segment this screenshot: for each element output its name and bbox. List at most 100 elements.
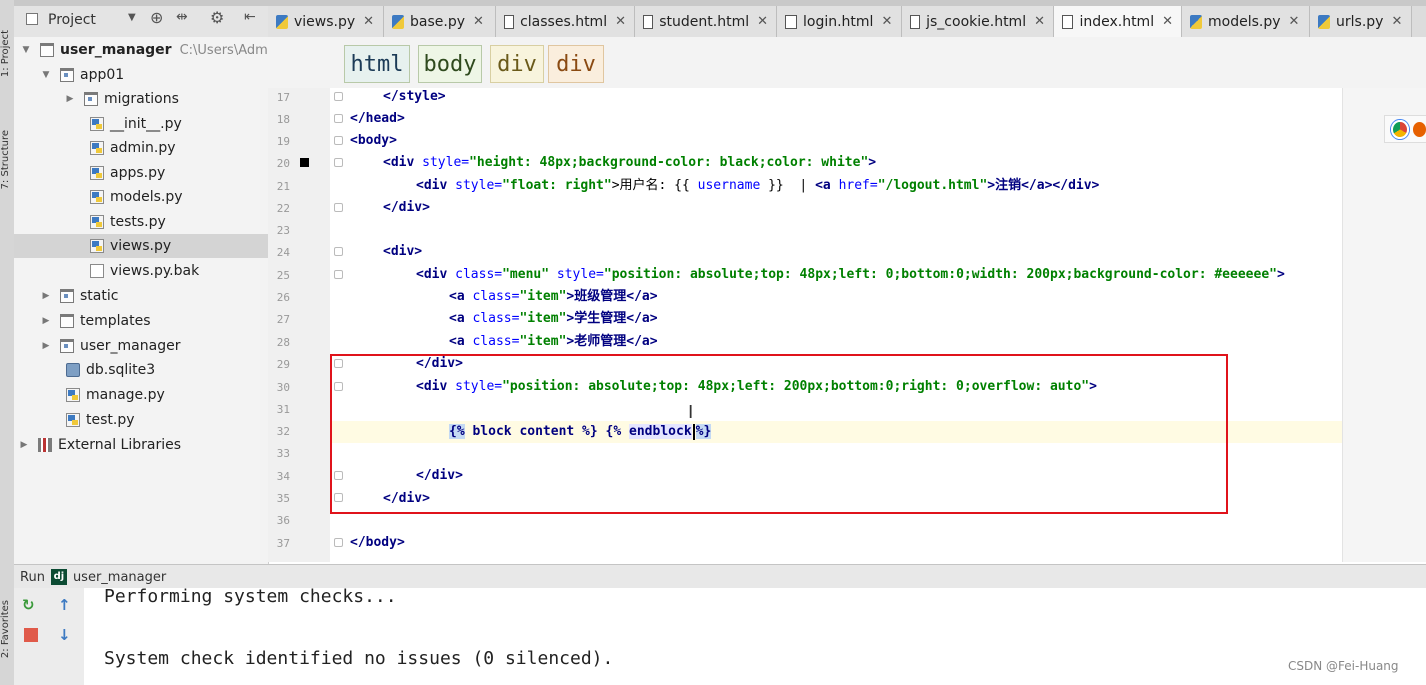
breadcrumb-div-2[interactable]: div bbox=[548, 45, 604, 83]
python-file-icon bbox=[276, 14, 288, 29]
expand-arrow-icon[interactable]: ▶ bbox=[40, 291, 52, 301]
fold-marker-icon[interactable] bbox=[334, 203, 343, 212]
fold-marker-icon[interactable] bbox=[334, 158, 343, 167]
django-icon: dj bbox=[50, 569, 67, 585]
stop-icon[interactable] bbox=[24, 628, 38, 642]
code-token: > bbox=[1276, 267, 1285, 282]
html-file-icon bbox=[643, 14, 654, 29]
bookmark-icon[interactable] bbox=[300, 158, 309, 167]
arrow-down-icon[interactable]: ↓ bbox=[58, 626, 71, 644]
code-token: class= bbox=[455, 267, 503, 282]
project-tool-button[interactable]: 1: Project bbox=[0, 30, 14, 77]
tree-item-label: admin.py bbox=[110, 140, 176, 156]
tab-js-cookie-html[interactable]: js_cookie.html ✕ bbox=[902, 6, 1054, 37]
collapse-all-icon[interactable]: ⇹ bbox=[176, 9, 188, 25]
chrome-icon[interactable] bbox=[1391, 119, 1409, 139]
structure-tool-button[interactable]: 7: Structure bbox=[0, 130, 14, 189]
line-number: 37 bbox=[276, 537, 290, 550]
tab-student-html[interactable]: student.html ✕ bbox=[635, 6, 777, 37]
chevron-down-icon[interactable]: ▼ bbox=[128, 12, 136, 23]
code-token: </head> bbox=[350, 111, 405, 126]
code-token: "menu" bbox=[502, 267, 550, 282]
tab-login-html[interactable]: login.html ✕ bbox=[777, 6, 902, 37]
tab-label: classes.html bbox=[520, 13, 608, 30]
tree-item-static[interactable]: ▶ static bbox=[14, 284, 294, 308]
breadcrumb-div-1[interactable]: div bbox=[490, 45, 544, 83]
tree-root[interactable]: ▼ user_manager C:\Users\Adm bbox=[14, 38, 274, 62]
tab-models-py[interactable]: models.py ✕ bbox=[1182, 6, 1310, 37]
fold-marker-icon[interactable] bbox=[334, 114, 343, 123]
breadcrumb-body[interactable]: body bbox=[418, 45, 482, 83]
tab-index-html[interactable]: index.html ✕ bbox=[1054, 6, 1182, 37]
python-file-icon bbox=[66, 388, 80, 402]
python-file-icon bbox=[90, 141, 104, 155]
code-token: style= bbox=[455, 178, 503, 193]
fold-marker-icon[interactable] bbox=[334, 538, 343, 547]
line-number: 36 bbox=[276, 514, 290, 527]
python-file-icon bbox=[90, 166, 104, 180]
close-icon[interactable]: ✕ bbox=[1162, 14, 1173, 29]
tree-item-external-libraries[interactable]: ▶ External Libraries bbox=[14, 433, 272, 457]
package-icon bbox=[84, 92, 98, 106]
line-number: 25 bbox=[276, 269, 290, 282]
fold-marker-icon[interactable] bbox=[334, 92, 343, 101]
editor-tab-bar: views.py ✕ base.py ✕ classes.html ✕ student… bbox=[268, 6, 1426, 38]
fold-marker-icon[interactable] bbox=[334, 247, 343, 256]
fold-marker-icon[interactable] bbox=[334, 136, 343, 145]
sync-icon[interactable]: ⊕ bbox=[150, 8, 163, 27]
tab-urls-py[interactable]: urls.py ✕ bbox=[1310, 6, 1412, 37]
code-line-18: </head> bbox=[350, 108, 405, 130]
firefox-icon[interactable] bbox=[1412, 121, 1426, 137]
tab-views-py[interactable]: views.py ✕ bbox=[268, 6, 384, 37]
tab-label: login.html bbox=[803, 13, 874, 30]
tab-classes-html[interactable]: classes.html ✕ bbox=[496, 6, 635, 37]
close-icon[interactable]: ✕ bbox=[473, 14, 484, 29]
expand-arrow-icon[interactable]: ▼ bbox=[20, 45, 32, 55]
tree-item-label: templates bbox=[80, 313, 151, 329]
close-icon[interactable]: ✕ bbox=[615, 14, 626, 29]
tree-item-user-manager[interactable]: ▶ user_manager bbox=[14, 334, 294, 358]
tree-item-app01[interactable]: ▼ app01 bbox=[14, 63, 294, 87]
close-icon[interactable]: ✕ bbox=[363, 14, 374, 29]
expand-arrow-icon[interactable]: ▼ bbox=[40, 70, 52, 80]
tree-item-templates[interactable]: ▶ templates bbox=[14, 309, 294, 333]
folder-icon bbox=[40, 43, 54, 57]
fold-marker-icon[interactable] bbox=[334, 270, 343, 279]
tab-label: student.html bbox=[659, 13, 750, 30]
text-file-icon bbox=[90, 264, 104, 278]
html-file-icon bbox=[785, 14, 797, 29]
expand-arrow-icon[interactable]: ▶ bbox=[18, 440, 30, 450]
expand-arrow-icon[interactable]: ▶ bbox=[40, 341, 52, 351]
expand-arrow-icon[interactable]: ▶ bbox=[64, 94, 76, 104]
breadcrumb-html[interactable]: html bbox=[344, 45, 410, 83]
console-line: System check identified no issues (0 sil… bbox=[104, 648, 614, 669]
rerun-icon[interactable]: ↻ bbox=[22, 596, 35, 614]
project-view-title[interactable]: Project bbox=[48, 12, 96, 28]
tab-base-py[interactable]: base.py ✕ bbox=[384, 6, 496, 37]
tool-window-strip: 1: Project 7: Structure 2: Favorites bbox=[0, 0, 15, 685]
code-line-22: </div> bbox=[350, 197, 430, 219]
line-number: 22 bbox=[276, 202, 290, 215]
code-line-21: <div style="float: right">用户名: {{ userna… bbox=[350, 175, 1099, 197]
run-console[interactable]: Performing system checks... System check… bbox=[84, 586, 1426, 685]
tree-item-label: apps.py bbox=[110, 165, 166, 181]
close-icon[interactable]: ✕ bbox=[757, 14, 768, 29]
python-file-icon bbox=[90, 117, 104, 131]
package-icon bbox=[60, 68, 74, 82]
close-icon[interactable]: ✕ bbox=[881, 14, 892, 29]
favorites-tool-button[interactable]: 2: Favorites bbox=[0, 600, 14, 658]
arrow-up-icon[interactable]: ↑ bbox=[58, 596, 71, 614]
code-token: <a bbox=[815, 178, 839, 193]
root-path: C:\Users\Adm bbox=[179, 42, 268, 58]
code-token: }} | bbox=[760, 178, 816, 193]
code-line-37: </body> bbox=[350, 532, 405, 554]
expand-arrow-icon[interactable]: ▶ bbox=[40, 316, 52, 326]
close-icon[interactable]: ✕ bbox=[1391, 14, 1402, 29]
tree-item-label: tests.py bbox=[110, 214, 166, 230]
close-icon[interactable]: ✕ bbox=[1034, 14, 1045, 29]
hide-panel-icon[interactable]: ⇤ bbox=[244, 9, 256, 25]
code-token: "/logout.html" bbox=[877, 178, 988, 193]
gear-icon[interactable]: ⚙ bbox=[210, 8, 224, 27]
close-icon[interactable]: ✕ bbox=[1289, 14, 1300, 29]
run-config-name[interactable]: user_manager bbox=[73, 570, 166, 585]
